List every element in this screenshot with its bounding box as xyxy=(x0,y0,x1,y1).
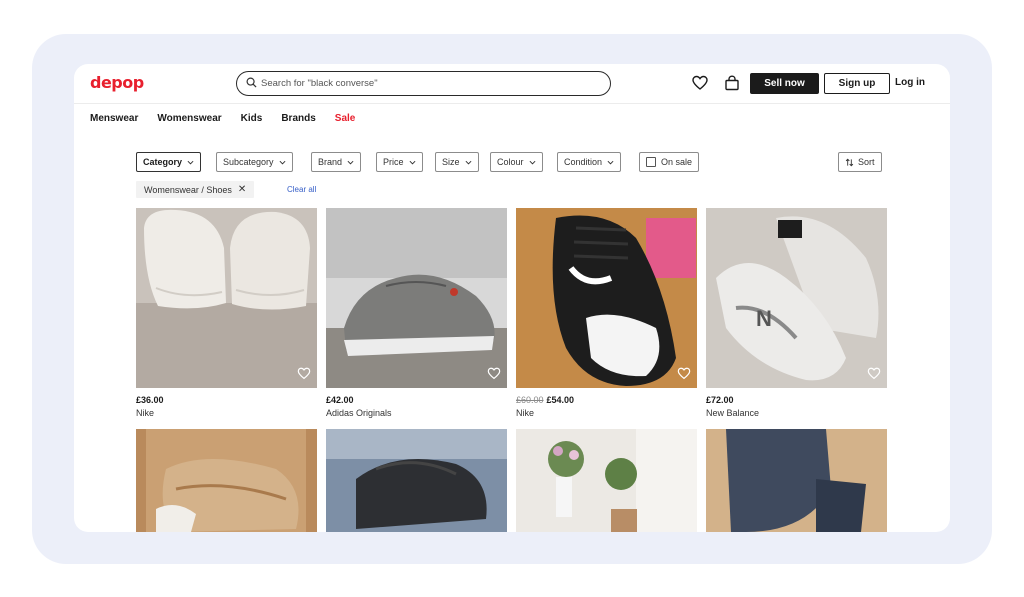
product-price: £60.00 £54.00 xyxy=(516,395,697,405)
product-photo-dark-boot xyxy=(706,429,887,532)
product-card[interactable] xyxy=(136,429,317,532)
chevron-down-icon xyxy=(347,160,354,164)
product-price-value: £72.00 xyxy=(706,395,734,405)
chevron-down-icon xyxy=(529,160,535,164)
product-image[interactable] xyxy=(516,208,697,388)
colour-filter[interactable]: Colour xyxy=(490,152,543,172)
product-price-value: £36.00 xyxy=(136,395,164,405)
brand-filter-label: Brand xyxy=(318,157,343,167)
active-filter-label: Womenswear / Shoes xyxy=(144,184,232,195)
subcategory-filter-label: Subcategory xyxy=(223,157,274,167)
close-icon[interactable]: ✕ xyxy=(238,184,246,195)
product-photo-black-sneaker xyxy=(326,429,507,532)
nav-item-menswear[interactable]: Menswear xyxy=(90,113,138,124)
subcategory-filter[interactable]: Subcategory xyxy=(216,152,293,172)
product-price-value: £54.00 xyxy=(546,395,575,405)
product-card[interactable] xyxy=(326,429,507,532)
product-card[interactable]: £60.00 £54.00 Nike xyxy=(516,208,697,418)
chevron-down-icon xyxy=(409,160,415,164)
product-price: £72.00 xyxy=(706,395,887,405)
sell-now-button[interactable]: Sell now xyxy=(750,73,819,94)
product-image[interactable] xyxy=(706,429,887,532)
product-card[interactable] xyxy=(706,429,887,532)
header: depop Sell now Sign up Log in xyxy=(74,64,950,104)
svg-text:N: N xyxy=(756,306,772,331)
product-card[interactable]: £36.00 Nike xyxy=(136,208,317,418)
brand-filter[interactable]: Brand xyxy=(311,152,362,172)
size-filter-label: Size xyxy=(442,157,460,167)
nav-item-sale[interactable]: Sale xyxy=(335,113,356,124)
heart-icon[interactable] xyxy=(677,367,691,380)
product-image[interactable] xyxy=(136,429,317,532)
category-filter[interactable]: Category xyxy=(136,152,202,172)
heart-icon[interactable] xyxy=(487,367,501,380)
product-image[interactable]: N xyxy=(706,208,887,388)
nav-item-brands[interactable]: Brands xyxy=(281,113,315,124)
product-card[interactable]: £42.00 Adidas Originals xyxy=(326,208,507,418)
chevron-down-icon xyxy=(465,160,471,164)
product-original-price: £60.00 xyxy=(516,395,544,405)
category-nav: Menswear Womenswear Kids Brands Sale xyxy=(90,113,355,124)
bag-icon[interactable] xyxy=(724,75,740,91)
nav-item-womenswear[interactable]: Womenswear xyxy=(157,113,221,124)
chevron-down-icon xyxy=(279,160,286,164)
product-photo-new-balance: N xyxy=(706,208,887,388)
product-brand: New Balance xyxy=(706,408,760,418)
colour-filter-label: Colour xyxy=(497,157,524,167)
sort-label: Sort xyxy=(858,157,875,167)
condition-filter[interactable]: Condition xyxy=(557,152,622,172)
product-photo-adidas-sneaker xyxy=(326,208,507,388)
search-bar[interactable] xyxy=(236,71,611,96)
clear-all-link[interactable]: Clear all xyxy=(287,185,316,194)
on-sale-label: On sale xyxy=(661,157,693,167)
heart-icon[interactable] xyxy=(867,367,881,380)
product-image[interactable] xyxy=(136,208,317,388)
heart-icon[interactable] xyxy=(692,75,708,91)
depop-logo[interactable]: depop xyxy=(90,73,144,92)
chevron-down-icon xyxy=(187,160,194,164)
product-price: £42.00 xyxy=(326,395,507,405)
size-filter[interactable]: Size xyxy=(435,152,479,172)
price-filter[interactable]: Price xyxy=(376,152,423,172)
browser-window: depop Sell now Sign up Log in Menswear W… xyxy=(74,64,950,532)
product-brand: Adidas Originals xyxy=(326,408,392,418)
active-filter-chip: Womenswear / Shoes ✕ xyxy=(136,181,255,198)
product-price: £36.00 xyxy=(136,395,317,405)
product-brand: Nike xyxy=(516,408,535,418)
product-price-value: £42.00 xyxy=(326,395,354,405)
product-photo-flowers-room xyxy=(516,429,697,532)
product-photo-nike-air-force xyxy=(136,208,317,388)
category-filter-label: Category xyxy=(143,157,183,167)
sign-up-button[interactable]: Sign up xyxy=(824,73,890,94)
product-card[interactable]: N £72.00 New Balance xyxy=(706,208,887,418)
product-photo-ugg-boot xyxy=(136,429,317,532)
heart-icon[interactable] xyxy=(297,367,311,380)
product-image[interactable] xyxy=(516,429,697,532)
chevron-down-icon xyxy=(607,160,614,164)
product-image[interactable] xyxy=(326,208,507,388)
search-input[interactable] xyxy=(261,75,591,92)
product-brand: Nike xyxy=(136,408,155,418)
product-image[interactable] xyxy=(326,429,507,532)
price-filter-label: Price xyxy=(383,157,404,167)
product-card[interactable] xyxy=(516,429,697,532)
nav-item-kids[interactable]: Kids xyxy=(241,113,263,124)
log-in-link[interactable]: Log in xyxy=(895,77,925,88)
on-sale-checkbox[interactable] xyxy=(646,157,656,167)
search-icon xyxy=(246,77,257,88)
product-photo-nike-dunk xyxy=(516,208,697,388)
condition-filter-label: Condition xyxy=(564,157,603,167)
sort-button[interactable]: Sort xyxy=(838,152,882,172)
sort-icon xyxy=(845,158,854,166)
on-sale-filter[interactable]: On sale xyxy=(639,152,700,172)
